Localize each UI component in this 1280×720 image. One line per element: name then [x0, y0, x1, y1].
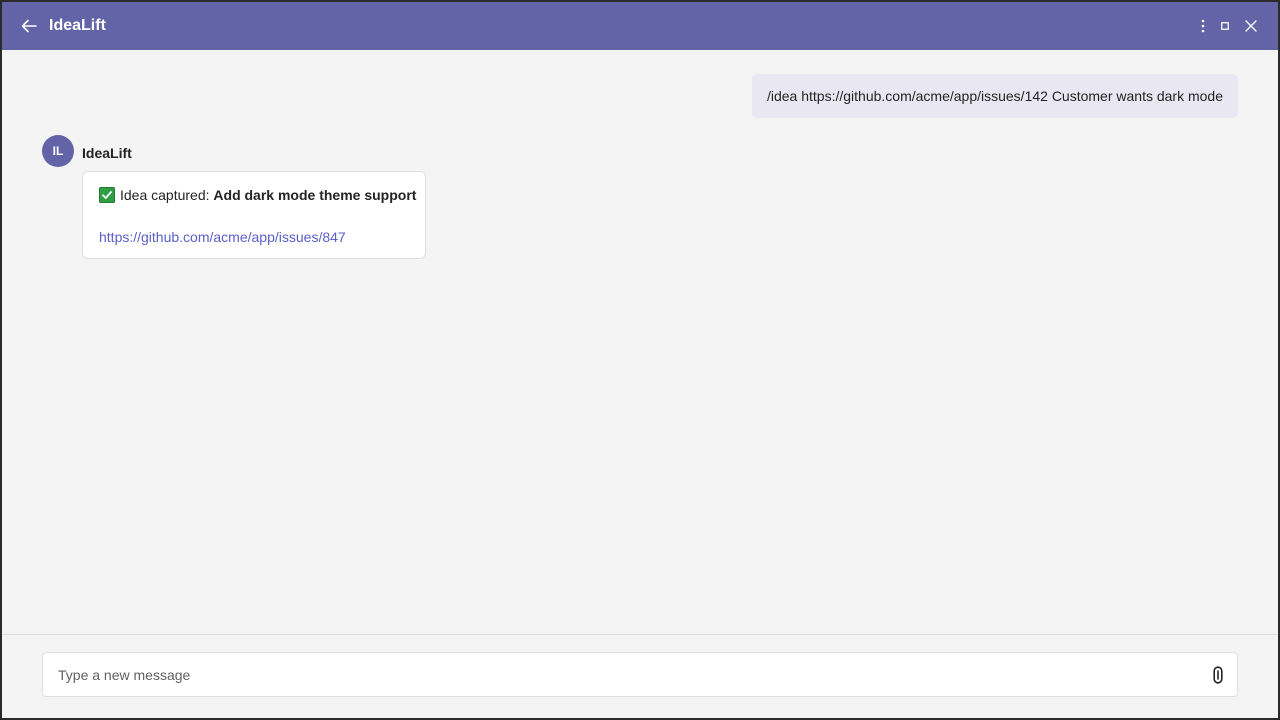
compose-box: [42, 652, 1238, 697]
message-list: /idea https://github.com/acme/app/issues…: [2, 50, 1278, 634]
idea-title: Add dark mode theme support: [213, 187, 417, 203]
app-title: IdeaLift: [49, 17, 106, 34]
more-vertical-icon: [1201, 19, 1205, 33]
bot-message-card: Idea captured: Add dark mode theme suppo…: [82, 171, 426, 259]
idea-captured-prefix: Idea captured:: [120, 187, 214, 203]
check-mark-button-icon: [99, 187, 115, 203]
user-message: /idea https://github.com/acme/app/issues…: [751, 74, 1238, 118]
bot-name: IdeaLift: [82, 145, 132, 161]
message-input[interactable]: [58, 653, 1188, 696]
maximize-icon: [1221, 22, 1229, 30]
close-button[interactable]: [1239, 14, 1263, 38]
issue-link[interactable]: https://github.com/acme/app/issues/847: [99, 228, 346, 246]
arrow-left-icon: [21, 19, 37, 33]
attach-button[interactable]: [1209, 665, 1227, 685]
compose-area: [2, 634, 1278, 718]
title-bar: IdeaLift: [2, 2, 1278, 50]
paperclip-icon: [1213, 666, 1223, 684]
app-window: IdeaLift /idea https://github.com/acme/a…: [2, 2, 1278, 718]
close-icon: [1245, 20, 1257, 32]
more-options-button[interactable]: [1191, 14, 1215, 38]
back-button[interactable]: [16, 14, 42, 38]
bot-avatar[interactable]: IL: [42, 135, 74, 167]
maximize-button[interactable]: [1213, 14, 1237, 38]
idea-captured-line: Idea captured: Add dark mode theme suppo…: [99, 186, 416, 204]
